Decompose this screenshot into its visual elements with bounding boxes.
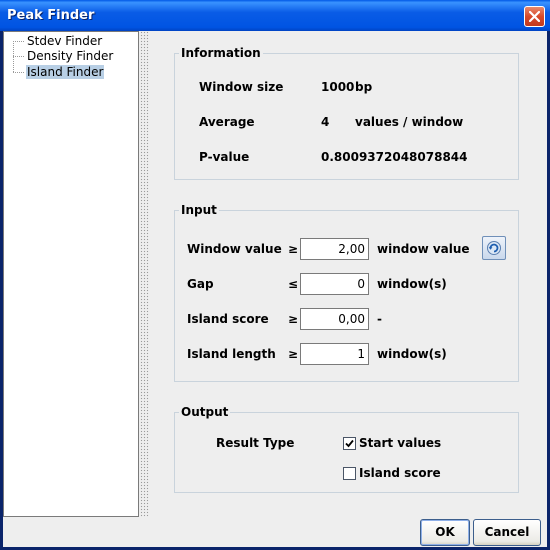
window-title: Peak Finder <box>7 8 95 23</box>
input-title: Input <box>179 202 219 218</box>
dialog-content: Stdev Finder Density Finder Island Finde… <box>3 31 547 547</box>
window-size-label: Window size <box>199 80 284 94</box>
window-size-unit: bp <box>355 80 373 94</box>
tree-connector <box>13 41 24 42</box>
output-group: Output Result Type Start values Island s… <box>174 404 519 493</box>
input-group: Input Window value ≥ 2,00 window value G… <box>174 202 519 382</box>
start-values-label[interactable]: Start values <box>359 435 441 451</box>
close-button[interactable] <box>524 6 545 27</box>
gap-unit: window(s) <box>377 277 447 291</box>
result-type-label: Result Type <box>216 436 295 450</box>
island-length-field[interactable]: 1 <box>300 343 369 365</box>
checkmark-icon <box>345 439 354 448</box>
refresh-icon <box>487 241 501 255</box>
tree-item-stdev-finder[interactable]: Stdev Finder <box>26 34 103 48</box>
island-length-unit: window(s) <box>377 347 447 361</box>
tree-item-density-finder[interactable]: Density Finder <box>26 49 114 63</box>
gap-label: Gap <box>187 277 214 291</box>
cancel-button[interactable]: Cancel <box>473 519 541 546</box>
window-value-unit: window value <box>377 242 470 256</box>
pvalue-label: P-value <box>199 150 250 164</box>
island-length-operator: ≥ <box>288 347 299 361</box>
gap-field[interactable]: 0 <box>300 273 369 295</box>
ok-button[interactable]: OK <box>420 519 470 546</box>
window-value-field[interactable]: 2,00 <box>300 238 369 260</box>
tree-item-island-finder[interactable]: Island Finder <box>26 65 105 79</box>
information-title: Information <box>179 45 263 61</box>
island-length-label: Island length <box>187 347 276 361</box>
window-size-value: 1000 <box>321 80 355 94</box>
gap-operator: ≤ <box>288 277 299 291</box>
window-value-operator: ≥ <box>288 242 299 256</box>
window-value-label: Window value <box>187 242 282 256</box>
output-title: Output <box>179 404 231 420</box>
island-score-unit: - <box>377 312 382 326</box>
tree-connector <box>13 56 24 57</box>
start-values-checkbox[interactable] <box>343 437 356 450</box>
pvalue-value: 0.8009372048078844 <box>321 150 468 164</box>
close-icon <box>529 11 540 22</box>
title-bar[interactable]: Peak Finder <box>0 0 550 31</box>
island-score-label: Island score <box>187 312 269 326</box>
finder-tree[interactable]: Stdev Finder Density Finder Island Finde… <box>3 31 139 517</box>
island-score-checkbox[interactable] <box>343 467 356 480</box>
refresh-button[interactable] <box>482 236 506 260</box>
split-pane-divider[interactable] <box>140 31 149 517</box>
peak-finder-window: Peak Finder Stdev Finder Density Finder … <box>0 0 550 550</box>
island-score-operator: ≥ <box>288 312 299 326</box>
average-unit: values / window <box>355 115 464 129</box>
information-group: Information Window size 1000 bp Average … <box>174 45 519 180</box>
island-score-field[interactable]: 0,00 <box>300 308 369 330</box>
island-score-option-label[interactable]: Island score <box>359 465 441 481</box>
average-value: 4 <box>321 115 330 129</box>
average-label: Average <box>199 115 255 129</box>
tree-connector <box>13 72 24 73</box>
